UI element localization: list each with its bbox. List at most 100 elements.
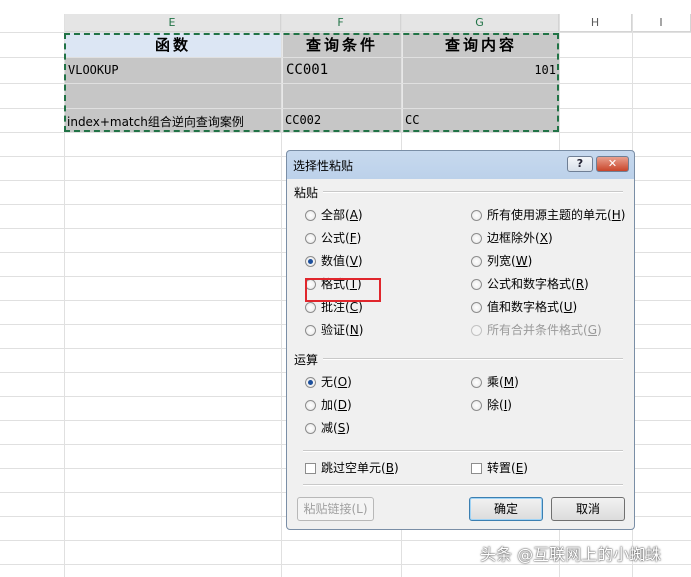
paste-option-4-t[interactable]: 格式(T) bbox=[305, 275, 362, 293]
operation-option-1-o-accelerator: O bbox=[337, 375, 348, 389]
cell-e3[interactable] bbox=[65, 84, 281, 108]
operation-separator bbox=[323, 358, 623, 360]
radio-icon bbox=[305, 325, 316, 336]
paste-option-2-f-label: 公式 bbox=[321, 231, 346, 245]
cell-f4[interactable]: CC002 bbox=[282, 109, 401, 132]
dialog-body: 粘贴 全部(A) 公式(F) 数值(V) 格式(T) 批注(C) 验证(N) 所有使用源主… bbox=[293, 179, 628, 524]
paste-right-option-2-x[interactable]: 边框除外(X) bbox=[471, 229, 553, 247]
paste-right-option-2-x-label: 边框除外 bbox=[487, 231, 536, 245]
operation-option-2-d-accelerator: D bbox=[337, 398, 347, 412]
paste-right-option-3-w[interactable]: 列宽(W) bbox=[471, 252, 532, 270]
operation-option-2-d-label: 加 bbox=[321, 398, 334, 412]
cell-f1-header[interactable]: 查询条件 bbox=[282, 33, 401, 57]
operation-option-2-d[interactable]: 加(D) bbox=[305, 396, 352, 414]
cell-g2[interactable]: 101 bbox=[402, 58, 559, 83]
paste-option-3-v-accelerator: V bbox=[349, 254, 358, 268]
column-header-i[interactable]: I bbox=[632, 14, 691, 32]
radio-icon bbox=[471, 256, 482, 267]
transpose-label: 转置 bbox=[487, 461, 512, 475]
radio-icon bbox=[305, 302, 316, 313]
paste-right-option-4-r-accelerator: R bbox=[575, 277, 585, 291]
operation-option-1-o[interactable]: 无(O) bbox=[305, 373, 352, 391]
column-header-e[interactable]: E bbox=[64, 14, 281, 32]
operation-option-3-s-accelerator: S bbox=[337, 421, 346, 435]
operation-right-option-2-i-accelerator: I bbox=[503, 398, 508, 412]
cell-e4[interactable]: index+match组合逆向查询案例 bbox=[65, 109, 281, 132]
radio-icon bbox=[305, 210, 316, 221]
radio-selected-icon bbox=[305, 256, 316, 267]
paste-option-3-v-label: 数值 bbox=[321, 254, 346, 268]
column-header-f[interactable]: F bbox=[281, 14, 401, 32]
paste-option-6-n-accelerator: N bbox=[349, 323, 359, 337]
help-button[interactable]: ? bbox=[567, 156, 593, 172]
paste-option-2-f-accelerator: F bbox=[349, 231, 357, 245]
radio-icon bbox=[305, 279, 316, 290]
paste-option-5-c-label: 批注 bbox=[321, 300, 346, 314]
radio-selected-icon bbox=[305, 377, 316, 388]
skip-blanks-label: 跳过空单元(B) bbox=[321, 461, 399, 475]
paste-right-option-3-w-label: 列宽 bbox=[487, 254, 512, 268]
transpose-label: 转置(E) bbox=[487, 461, 528, 475]
radio-icon bbox=[471, 302, 482, 313]
cell-f2[interactable]: CC001 bbox=[282, 58, 401, 83]
watermark-text: 头条 @互联网上的小蜘蛛 bbox=[480, 545, 662, 564]
radio-icon bbox=[471, 233, 482, 244]
cell-g4[interactable]: CC bbox=[402, 109, 559, 132]
paste-right-option-2-x-accelerator: X bbox=[539, 231, 548, 245]
bottom-separator-1 bbox=[303, 450, 623, 452]
paste-special-dialog: 选择性粘贴 ? ✕ 粘贴 全部(A) 公式(F) 数值(V) 格式(T) 批注(C) 验证… bbox=[286, 150, 635, 530]
paste-right-option-5-u-accelerator: U bbox=[563, 300, 573, 314]
skip-blanks-checkbox[interactable]: 跳过空单元(B) bbox=[305, 459, 399, 477]
paste-right-option-3-w-accelerator: W bbox=[515, 254, 528, 268]
dialog-title: 选择性粘贴 bbox=[293, 159, 354, 173]
operation-right-option-2-i[interactable]: 除(I) bbox=[471, 396, 512, 414]
paste-option-1-a[interactable]: 全部(A) bbox=[305, 206, 363, 224]
cell-e1-header[interactable]: 函数 bbox=[65, 33, 281, 57]
paste-right-option-4-r[interactable]: 公式和数字格式(R) bbox=[471, 275, 589, 293]
paste-separator bbox=[323, 191, 623, 193]
radio-icon bbox=[471, 279, 482, 290]
cell-e2[interactable]: VLOOKUP bbox=[65, 58, 281, 83]
operation-right-option-1-m-label: 乘 bbox=[487, 375, 500, 389]
radio-icon bbox=[471, 400, 482, 411]
radio-icon bbox=[305, 400, 316, 411]
cell-g1-header[interactable]: 查询内容 bbox=[402, 33, 559, 57]
dialog-titlebar[interactable]: 选择性粘贴 ? ✕ bbox=[287, 151, 634, 178]
operation-option-3-s[interactable]: 减(S) bbox=[305, 419, 350, 437]
ok-button[interactable]: 确定 bbox=[469, 497, 543, 521]
operation-option-3-s-label: 减 bbox=[321, 421, 334, 435]
paste-right-option-5-u[interactable]: 值和数字格式(U) bbox=[471, 298, 577, 316]
transpose-accelerator: E bbox=[515, 461, 524, 475]
cancel-button[interactable]: 取消 bbox=[551, 497, 625, 521]
operation-option-1-o-label: 无 bbox=[321, 375, 334, 389]
cell-g3[interactable] bbox=[402, 84, 559, 108]
column-header-g[interactable]: G bbox=[401, 14, 559, 32]
checkbox-icon bbox=[305, 463, 316, 474]
paste-right-option-4-r-label: 公式和数字格式 bbox=[487, 277, 572, 291]
paste-section-label: 粘贴 bbox=[294, 186, 319, 200]
paste-option-3-v[interactable]: 数值(V) bbox=[305, 252, 363, 270]
paste-right-option-1-h-label: 所有使用源主题的单元 bbox=[487, 208, 608, 222]
paste-option-2-f[interactable]: 公式(F) bbox=[305, 229, 361, 247]
paste-option-1-a-accelerator: A bbox=[349, 208, 358, 222]
checkbox-icon bbox=[471, 463, 482, 474]
column-header-h[interactable]: H bbox=[559, 14, 632, 32]
cell-f3[interactable] bbox=[282, 84, 401, 108]
operation-right-option-1-m[interactable]: 乘(M) bbox=[471, 373, 519, 391]
paste-option-4-t-accelerator: T bbox=[349, 277, 358, 291]
paste-link-button[interactable]: 粘贴链接(L) bbox=[297, 497, 374, 521]
operation-right-option-1-m-accelerator: M bbox=[503, 375, 515, 389]
paste-option-5-c-accelerator: C bbox=[349, 300, 359, 314]
transpose-checkbox[interactable]: 转置(E) bbox=[471, 459, 528, 477]
paste-option-5-c[interactable]: 批注(C) bbox=[305, 298, 363, 316]
close-button[interactable]: ✕ bbox=[596, 156, 629, 172]
paste-right-option-6-g-label: 所有合并条件格式 bbox=[487, 323, 584, 337]
skip-blanks-label: 跳过空单元 bbox=[321, 461, 382, 475]
paste-right-option-1-h[interactable]: 所有使用源主题的单元(H) bbox=[471, 206, 625, 224]
paste-right-option-5-u-label: 值和数字格式 bbox=[487, 300, 560, 314]
paste-option-1-a-label: 全部 bbox=[321, 208, 346, 222]
paste-right-option-6-g-accelerator: G bbox=[587, 323, 598, 337]
radio-icon bbox=[471, 377, 482, 388]
paste-option-4-t-label: 格式 bbox=[321, 277, 346, 291]
paste-option-6-n[interactable]: 验证(N) bbox=[305, 321, 363, 339]
